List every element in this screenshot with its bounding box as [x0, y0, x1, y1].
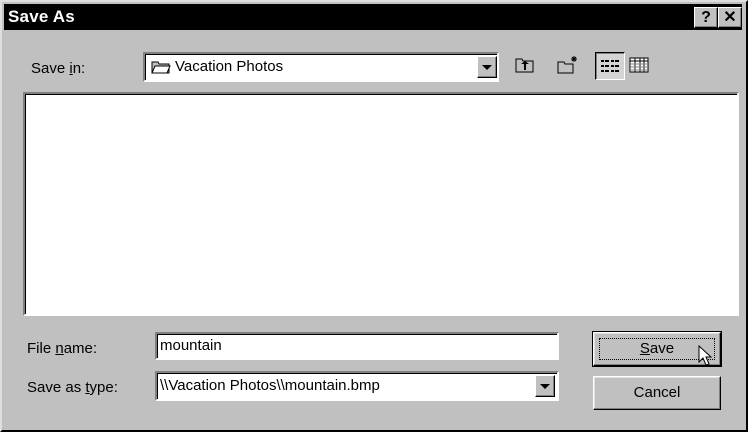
folder-icon	[151, 59, 171, 79]
title-bar[interactable]: Save As ? ✕	[4, 4, 742, 30]
close-button[interactable]: ✕	[718, 7, 742, 28]
save-in-label: Save in:	[31, 60, 86, 77]
file-list-pane[interactable]	[23, 92, 739, 316]
new-folder-icon	[557, 55, 579, 79]
details-view-icon	[629, 57, 649, 77]
save-in-combo[interactable]: Vacation Photos	[143, 52, 499, 82]
save-in-dropdown-button[interactable]	[477, 56, 497, 78]
chevron-down-icon	[482, 65, 492, 70]
file-name-label: File name:	[27, 340, 98, 357]
create-new-folder-button[interactable]	[553, 52, 581, 78]
save-as-type-dropdown-button[interactable]	[535, 375, 555, 397]
save-button[interactable]: Save	[592, 331, 722, 367]
save-in-value: Vacation Photos	[175, 58, 284, 75]
save-as-dialog: Save As ? ✕ Save in: Vacation Photos Fil…	[0, 0, 748, 432]
save-button-label: Save	[639, 340, 675, 357]
file-name-input[interactable]: mountain	[155, 332, 559, 360]
up-folder-icon	[515, 56, 535, 78]
cancel-button[interactable]: Cancel	[593, 376, 721, 410]
chevron-down-icon	[540, 384, 550, 389]
mouse-pointer-icon	[698, 344, 714, 379]
dialog-title: Save As	[8, 7, 75, 26]
list-view-button[interactable]	[595, 52, 625, 80]
help-button[interactable]: ?	[694, 7, 718, 28]
details-view-button[interactable]	[625, 52, 653, 78]
up-one-level-button[interactable]	[511, 52, 539, 78]
save-as-type-combo[interactable]: \\Vacation Photos\\mountain.bmp	[155, 371, 559, 401]
save-as-type-label: Save as type:	[27, 379, 118, 396]
file-name-value: mountain	[160, 337, 222, 354]
save-as-type-value: \\Vacation Photos\\mountain.bmp	[160, 377, 380, 394]
list-view-icon	[600, 58, 620, 78]
